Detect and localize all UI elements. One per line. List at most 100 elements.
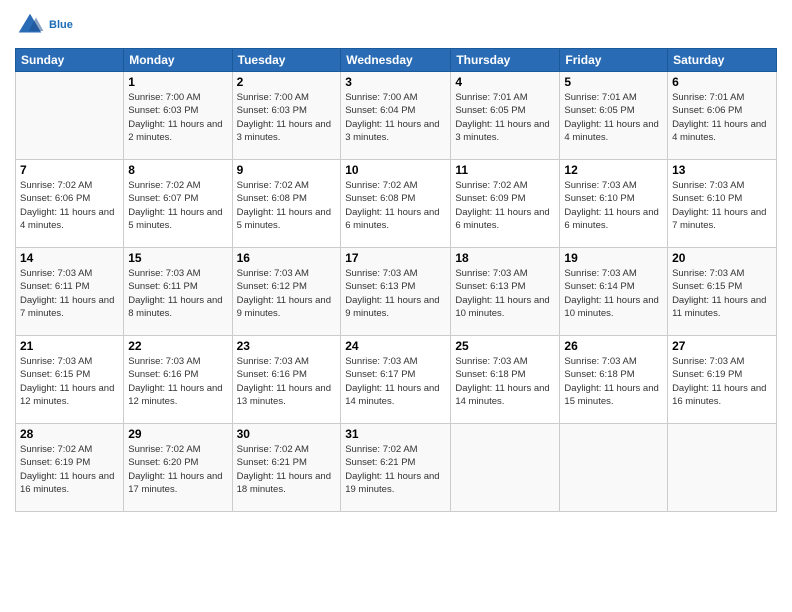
day-number: 27 — [672, 339, 772, 353]
calendar-cell: 26 Sunrise: 7:03 AM Sunset: 6:18 PM Dayl… — [560, 336, 668, 424]
day-number: 24 — [345, 339, 446, 353]
day-info: Sunrise: 7:00 AM Sunset: 6:04 PM Dayligh… — [345, 91, 446, 144]
calendar-cell: 18 Sunrise: 7:03 AM Sunset: 6:13 PM Dayl… — [451, 248, 560, 336]
calendar-cell: 16 Sunrise: 7:03 AM Sunset: 6:12 PM Dayl… — [232, 248, 341, 336]
day-number: 31 — [345, 427, 446, 441]
day-header-wednesday: Wednesday — [341, 49, 451, 72]
calendar-cell — [668, 424, 777, 512]
day-info: Sunrise: 7:03 AM Sunset: 6:13 PM Dayligh… — [455, 267, 555, 320]
week-row-2: 14 Sunrise: 7:03 AM Sunset: 6:11 PM Dayl… — [16, 248, 777, 336]
day-info: Sunrise: 7:02 AM Sunset: 6:21 PM Dayligh… — [345, 443, 446, 496]
day-info: Sunrise: 7:03 AM Sunset: 6:15 PM Dayligh… — [20, 355, 119, 408]
calendar-cell: 14 Sunrise: 7:03 AM Sunset: 6:11 PM Dayl… — [16, 248, 124, 336]
day-info: Sunrise: 7:02 AM Sunset: 6:08 PM Dayligh… — [237, 179, 337, 232]
day-number: 17 — [345, 251, 446, 265]
day-number: 11 — [455, 163, 555, 177]
calendar-cell: 20 Sunrise: 7:03 AM Sunset: 6:15 PM Dayl… — [668, 248, 777, 336]
day-number: 2 — [237, 75, 337, 89]
calendar-cell: 2 Sunrise: 7:00 AM Sunset: 6:03 PM Dayli… — [232, 72, 341, 160]
day-number: 29 — [128, 427, 227, 441]
day-number: 25 — [455, 339, 555, 353]
day-number: 7 — [20, 163, 119, 177]
calendar-cell: 12 Sunrise: 7:03 AM Sunset: 6:10 PM Dayl… — [560, 160, 668, 248]
calendar-cell: 8 Sunrise: 7:02 AM Sunset: 6:07 PM Dayli… — [124, 160, 232, 248]
day-info: Sunrise: 7:02 AM Sunset: 6:19 PM Dayligh… — [20, 443, 119, 496]
calendar-cell — [16, 72, 124, 160]
day-number: 14 — [20, 251, 119, 265]
day-number: 8 — [128, 163, 227, 177]
day-header-tuesday: Tuesday — [232, 49, 341, 72]
calendar-cell: 30 Sunrise: 7:02 AM Sunset: 6:21 PM Dayl… — [232, 424, 341, 512]
calendar-cell: 21 Sunrise: 7:03 AM Sunset: 6:15 PM Dayl… — [16, 336, 124, 424]
day-number: 30 — [237, 427, 337, 441]
day-info: Sunrise: 7:02 AM Sunset: 6:06 PM Dayligh… — [20, 179, 119, 232]
calendar-cell: 15 Sunrise: 7:03 AM Sunset: 6:11 PM Dayl… — [124, 248, 232, 336]
calendar-cell: 27 Sunrise: 7:03 AM Sunset: 6:19 PM Dayl… — [668, 336, 777, 424]
day-number: 28 — [20, 427, 119, 441]
day-number: 12 — [564, 163, 663, 177]
week-row-4: 28 Sunrise: 7:02 AM Sunset: 6:19 PM Dayl… — [16, 424, 777, 512]
calendar-cell: 11 Sunrise: 7:02 AM Sunset: 6:09 PM Dayl… — [451, 160, 560, 248]
day-info: Sunrise: 7:02 AM Sunset: 6:20 PM Dayligh… — [128, 443, 227, 496]
calendar-cell: 17 Sunrise: 7:03 AM Sunset: 6:13 PM Dayl… — [341, 248, 451, 336]
day-info: Sunrise: 7:01 AM Sunset: 6:05 PM Dayligh… — [564, 91, 663, 144]
day-number: 22 — [128, 339, 227, 353]
day-number: 19 — [564, 251, 663, 265]
days-header-row: SundayMondayTuesdayWednesdayThursdayFrid… — [16, 49, 777, 72]
calendar-cell: 13 Sunrise: 7:03 AM Sunset: 6:10 PM Dayl… — [668, 160, 777, 248]
day-header-monday: Monday — [124, 49, 232, 72]
calendar-cell: 3 Sunrise: 7:00 AM Sunset: 6:04 PM Dayli… — [341, 72, 451, 160]
logo-icon — [15, 10, 45, 40]
day-info: Sunrise: 7:03 AM Sunset: 6:18 PM Dayligh… — [455, 355, 555, 408]
calendar-cell: 9 Sunrise: 7:02 AM Sunset: 6:08 PM Dayli… — [232, 160, 341, 248]
calendar-cell — [560, 424, 668, 512]
calendar-cell: 24 Sunrise: 7:03 AM Sunset: 6:17 PM Dayl… — [341, 336, 451, 424]
day-info: Sunrise: 7:03 AM Sunset: 6:10 PM Dayligh… — [564, 179, 663, 232]
calendar-cell: 22 Sunrise: 7:03 AM Sunset: 6:16 PM Dayl… — [124, 336, 232, 424]
day-info: Sunrise: 7:02 AM Sunset: 6:21 PM Dayligh… — [237, 443, 337, 496]
day-header-friday: Friday — [560, 49, 668, 72]
calendar-cell: 4 Sunrise: 7:01 AM Sunset: 6:05 PM Dayli… — [451, 72, 560, 160]
day-number: 20 — [672, 251, 772, 265]
day-number: 10 — [345, 163, 446, 177]
day-info: Sunrise: 7:03 AM Sunset: 6:17 PM Dayligh… — [345, 355, 446, 408]
day-info: Sunrise: 7:03 AM Sunset: 6:14 PM Dayligh… — [564, 267, 663, 320]
calendar-cell: 10 Sunrise: 7:02 AM Sunset: 6:08 PM Dayl… — [341, 160, 451, 248]
calendar-table: SundayMondayTuesdayWednesdayThursdayFrid… — [15, 48, 777, 512]
week-row-0: 1 Sunrise: 7:00 AM Sunset: 6:03 PM Dayli… — [16, 72, 777, 160]
calendar-cell: 31 Sunrise: 7:02 AM Sunset: 6:21 PM Dayl… — [341, 424, 451, 512]
calendar-cell: 1 Sunrise: 7:00 AM Sunset: 6:03 PM Dayli… — [124, 72, 232, 160]
day-info: Sunrise: 7:00 AM Sunset: 6:03 PM Dayligh… — [237, 91, 337, 144]
day-info: Sunrise: 7:03 AM Sunset: 6:18 PM Dayligh… — [564, 355, 663, 408]
day-number: 18 — [455, 251, 555, 265]
day-number: 6 — [672, 75, 772, 89]
day-info: Sunrise: 7:03 AM Sunset: 6:13 PM Dayligh… — [345, 267, 446, 320]
day-info: Sunrise: 7:03 AM Sunset: 6:11 PM Dayligh… — [20, 267, 119, 320]
day-info: Sunrise: 7:01 AM Sunset: 6:05 PM Dayligh… — [455, 91, 555, 144]
day-info: Sunrise: 7:02 AM Sunset: 6:09 PM Dayligh… — [455, 179, 555, 232]
calendar-cell: 29 Sunrise: 7:02 AM Sunset: 6:20 PM Dayl… — [124, 424, 232, 512]
day-number: 4 — [455, 75, 555, 89]
week-row-1: 7 Sunrise: 7:02 AM Sunset: 6:06 PM Dayli… — [16, 160, 777, 248]
day-info: Sunrise: 7:02 AM Sunset: 6:07 PM Dayligh… — [128, 179, 227, 232]
day-info: Sunrise: 7:00 AM Sunset: 6:03 PM Dayligh… — [128, 91, 227, 144]
day-info: Sunrise: 7:03 AM Sunset: 6:16 PM Dayligh… — [237, 355, 337, 408]
day-number: 26 — [564, 339, 663, 353]
logo-tagline: Blue — [49, 19, 73, 31]
day-number: 13 — [672, 163, 772, 177]
calendar-cell: 7 Sunrise: 7:02 AM Sunset: 6:06 PM Dayli… — [16, 160, 124, 248]
calendar-cell: 25 Sunrise: 7:03 AM Sunset: 6:18 PM Dayl… — [451, 336, 560, 424]
calendar-cell: 19 Sunrise: 7:03 AM Sunset: 6:14 PM Dayl… — [560, 248, 668, 336]
calendar-cell — [451, 424, 560, 512]
day-info: Sunrise: 7:03 AM Sunset: 6:15 PM Dayligh… — [672, 267, 772, 320]
page: Blue SundayMondayTuesdayWednesdayThursda… — [0, 0, 792, 612]
calendar-cell: 5 Sunrise: 7:01 AM Sunset: 6:05 PM Dayli… — [560, 72, 668, 160]
day-number: 15 — [128, 251, 227, 265]
day-number: 16 — [237, 251, 337, 265]
day-info: Sunrise: 7:03 AM Sunset: 6:19 PM Dayligh… — [672, 355, 772, 408]
day-info: Sunrise: 7:03 AM Sunset: 6:12 PM Dayligh… — [237, 267, 337, 320]
week-row-3: 21 Sunrise: 7:03 AM Sunset: 6:15 PM Dayl… — [16, 336, 777, 424]
day-info: Sunrise: 7:03 AM Sunset: 6:10 PM Dayligh… — [672, 179, 772, 232]
day-info: Sunrise: 7:02 AM Sunset: 6:08 PM Dayligh… — [345, 179, 446, 232]
day-number: 1 — [128, 75, 227, 89]
